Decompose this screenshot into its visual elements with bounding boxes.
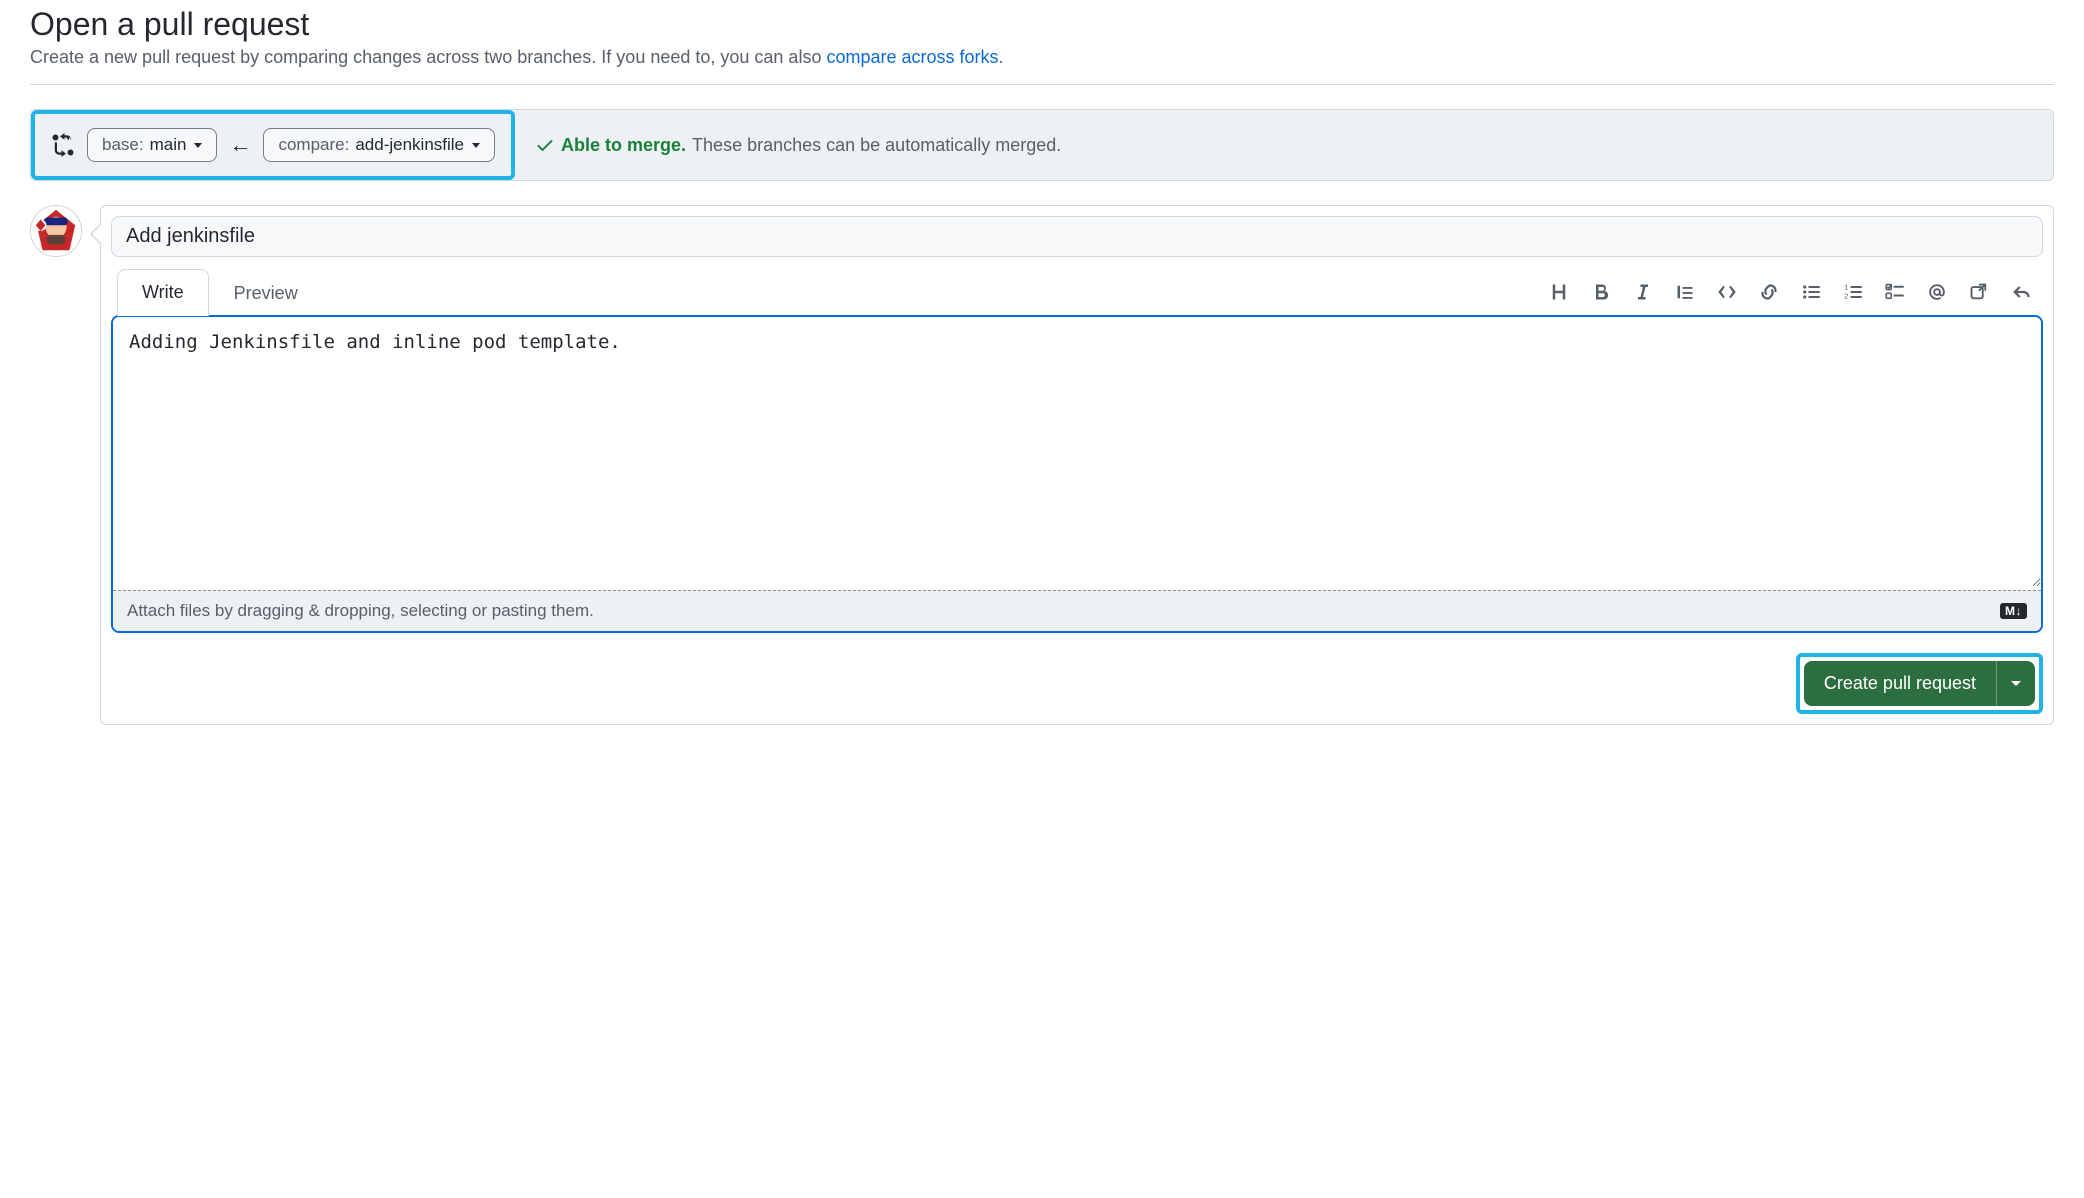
- link-icon[interactable]: [1757, 280, 1781, 304]
- subtitle-suffix: .: [999, 47, 1004, 67]
- merge-desc-text: These branches can be automatically merg…: [692, 135, 1061, 156]
- compare-forks-link[interactable]: compare across forks: [826, 47, 998, 67]
- tab-write[interactable]: Write: [117, 269, 209, 316]
- unordered-list-icon[interactable]: [1799, 280, 1823, 304]
- subtitle-text: Create a new pull request by comparing c…: [30, 47, 826, 67]
- reply-icon[interactable]: [2009, 280, 2033, 304]
- italic-icon[interactable]: [1631, 280, 1655, 304]
- pr-body-textarea[interactable]: [113, 317, 2041, 587]
- heading-icon[interactable]: [1547, 280, 1571, 304]
- tasklist-icon[interactable]: [1883, 280, 1907, 304]
- header-divider: [30, 84, 2054, 85]
- page-title: Open a pull request: [30, 0, 2054, 43]
- caret-down-icon: [194, 143, 202, 148]
- create-button-highlight: Create pull request: [1796, 653, 2043, 714]
- create-pull-request-button[interactable]: Create pull request: [1804, 661, 1996, 706]
- attach-text: Attach files by dragging & dropping, sel…: [127, 601, 594, 621]
- branch-selectors-highlight: base: main ← compare: add-jenkinsfile: [31, 110, 515, 180]
- editor-tabs: Write Preview: [117, 269, 323, 316]
- editor-focus-ring: Attach files by dragging & dropping, sel…: [111, 315, 2043, 633]
- compare-label: compare:: [278, 135, 349, 155]
- pr-title-input[interactable]: [111, 216, 2043, 257]
- merge-able-text: Able to merge.: [561, 135, 686, 156]
- check-icon: [535, 135, 555, 155]
- branch-compare-row: base: main ← compare: add-jenkinsfile Ab…: [30, 109, 2054, 181]
- svg-text:1: 1: [1844, 283, 1848, 292]
- git-compare-icon: [51, 133, 75, 157]
- quote-icon[interactable]: [1673, 280, 1697, 304]
- ordered-list-icon[interactable]: 12: [1841, 280, 1865, 304]
- base-label: base:: [102, 135, 144, 155]
- comment-box: Write Preview 12: [100, 205, 2054, 725]
- create-pull-request-dropdown[interactable]: [1996, 661, 2035, 706]
- caret-down-icon: [472, 143, 480, 148]
- svg-text:2: 2: [1844, 291, 1848, 300]
- base-branch-selector[interactable]: base: main: [87, 128, 217, 162]
- compare-branch-selector[interactable]: compare: add-jenkinsfile: [263, 128, 495, 162]
- cross-reference-icon[interactable]: [1967, 280, 1991, 304]
- markdown-toolbar: 12: [1547, 280, 2043, 304]
- bold-icon[interactable]: [1589, 280, 1613, 304]
- arrow-left-icon: ←: [229, 132, 251, 158]
- caret-down-icon: [2011, 681, 2021, 686]
- compare-branch-value: add-jenkinsfile: [355, 135, 464, 155]
- page-subtitle: Create a new pull request by comparing c…: [30, 47, 2054, 68]
- attach-bar[interactable]: Attach files by dragging & dropping, sel…: [113, 590, 2041, 631]
- tab-preview[interactable]: Preview: [209, 270, 323, 316]
- merge-status: Able to merge. These branches can be aut…: [515, 110, 1081, 180]
- base-branch-value: main: [150, 135, 187, 155]
- code-icon[interactable]: [1715, 280, 1739, 304]
- avatar[interactable]: [30, 205, 82, 257]
- markdown-icon[interactable]: M↓: [2000, 603, 2027, 619]
- mention-icon[interactable]: [1925, 280, 1949, 304]
